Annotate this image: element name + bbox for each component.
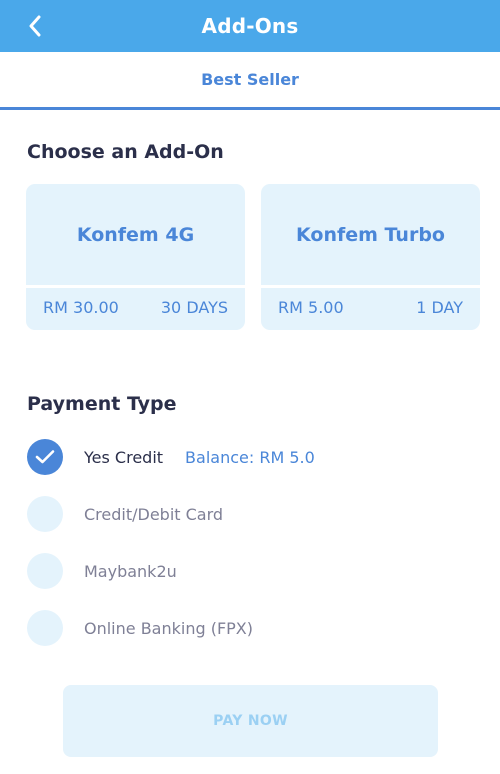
payment-option-label: Yes Credit	[84, 447, 164, 467]
addon-price: RM 5.00	[278, 298, 344, 317]
radio-button[interactable]	[27, 496, 63, 532]
payment-section-title: Payment Type	[27, 393, 177, 415]
tab-best-seller[interactable]: Best Seller	[201, 70, 299, 89]
addon-card-konfem-turbo[interactable]: Konfem Turbo RM 5.00 1 DAY	[261, 184, 480, 330]
payment-option-maybank2u[interactable]: Maybank2u	[27, 553, 467, 589]
credit-balance: Balance: RM 5.0	[185, 447, 315, 467]
addon-name: Konfem 4G	[76, 223, 195, 246]
page-title: Add-Ons	[201, 14, 299, 38]
payment-option-label: Maybank2u	[84, 561, 177, 581]
payment-option-label: Credit/Debit Card	[84, 504, 224, 524]
tab-bar: Best Seller	[0, 52, 500, 110]
addon-section-title: Choose an Add-On	[27, 141, 224, 163]
payment-option-online-banking-fpx[interactable]: Online Banking (FPX)	[27, 610, 467, 646]
payment-option-credit-debit-card[interactable]: Credit/Debit Card	[27, 496, 467, 532]
payment-option-label: Online Banking (FPX)	[84, 618, 254, 638]
addon-duration: 30 DAYS	[160, 298, 228, 317]
radio-button[interactable]	[27, 610, 63, 646]
addon-name: Konfem Turbo	[296, 223, 445, 246]
pay-now-label: PAY NOW	[213, 713, 288, 729]
back-button[interactable]	[14, 0, 66, 52]
checkmark-icon	[35, 450, 55, 464]
card-divider	[26, 285, 245, 288]
app-header: Add-Ons	[0, 0, 500, 52]
addon-card-konfem-4g[interactable]: Konfem 4G RM 30.00 30 DAYS	[26, 184, 245, 330]
pay-now-button[interactable]: PAY NOW	[63, 685, 438, 757]
radio-button-checked[interactable]	[27, 439, 63, 475]
addon-price: RM 30.00	[43, 298, 119, 317]
addon-duration: 1 DAY	[416, 298, 463, 317]
chevron-left-icon	[29, 15, 41, 37]
radio-button[interactable]	[27, 553, 63, 589]
payment-option-yes-credit[interactable]: Yes Credit Balance: RM 5.0	[27, 439, 467, 475]
card-divider	[261, 285, 480, 288]
